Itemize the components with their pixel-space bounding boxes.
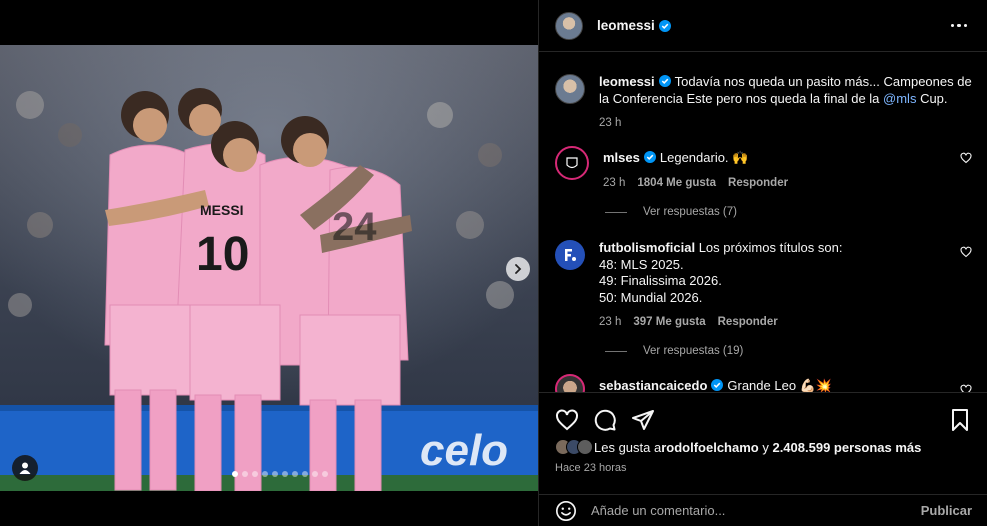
post-photo: celo 10 MESSI 24 [0,45,538,491]
likes-count-link[interactable]: 2.408.599 personas más [772,440,921,455]
bookmark-icon[interactable] [948,408,972,432]
caption-text-end: Cup. [916,90,948,106]
comment-icon[interactable] [593,408,617,432]
post-sidebar: leomessi leomessi Todavía nos queda un pa… [538,0,987,526]
avatar[interactable] [555,240,585,270]
carousel-next-button[interactable] [506,257,530,281]
comment-text-line: 48: MLS 2025. [599,256,684,272]
heart-icon[interactable] [555,408,579,432]
carousel-dot [262,471,268,477]
carousel-dot [242,471,248,477]
comment-item: sebastiancaicedo Grande Leo 💪🏻💥 [555,374,972,392]
carousel-dot [302,471,308,477]
carousel-dot [252,471,258,477]
post-time: Hace 23 horas [555,462,627,474]
caption-time: 23 h [599,117,622,129]
post-media[interactable]: celo 10 MESSI 24 [0,45,538,491]
verified-icon [643,151,656,163]
publish-button[interactable]: Publicar [921,503,972,518]
comment-form: Publicar [539,494,987,526]
post-caption: leomessi Todavía nos queda un pasito más.… [555,74,972,132]
svg-text:10: 10 [196,228,249,281]
share-icon[interactable] [631,408,655,432]
likes-prefix: Les gusta a [594,439,662,455]
svg-text:celo: celo [420,426,508,475]
caption-mention-link[interactable]: @mls [883,91,916,106]
tagged-users-button[interactable] [12,455,38,481]
view-replies-button[interactable]: Ver respuestas (7) [605,206,737,218]
view-replies-label: Ver respuestas (19) [643,345,744,357]
view-replies-label: Ver respuestas (7) [643,206,737,218]
comment-item: mlses Legendario. 🙌 23 h 1804 Me gusta Re… [555,146,972,191]
likes-middle: y [758,439,773,455]
comment-username[interactable]: mlses [603,150,640,165]
comment-text-line: 50: Mundial 2026. [599,289,703,305]
verified-icon [711,379,724,391]
carousel-dot [312,471,318,477]
emoji-icon[interactable] [555,500,577,522]
comment-time: 23 h [603,176,626,189]
post-author-username[interactable]: leomessi [597,18,655,33]
likes-user-link[interactable]: rodolfoelchamo [661,440,759,455]
comment-text-line: 49: Finalissima 2026. [599,273,722,288]
comment-input[interactable] [591,503,921,518]
avatar[interactable] [555,374,585,392]
heart-icon[interactable] [960,246,972,258]
user-tag-icon [19,462,31,474]
comment-username[interactable]: futbolismoficial [599,240,695,255]
caption-username[interactable]: leomessi [599,74,655,89]
carousel-indicator [232,471,328,477]
likes-summary[interactable]: Les gusta a rodolfoelchamo y 2.408.599 p… [555,439,972,455]
post-header: leomessi [539,0,987,52]
chevron-right-icon [515,264,522,274]
comment-text: Legendario. 🙌 [659,150,749,165]
comment-text: Grande Leo 💪🏻💥 [727,378,833,392]
reply-button[interactable]: Responder [718,314,778,331]
carousel-dot [322,471,328,477]
avatar[interactable] [555,146,589,180]
view-replies-button[interactable]: Ver respuestas (19) [605,345,743,357]
more-options-button[interactable] [947,20,972,32]
comments-list[interactable]: leomessi Todavía nos queda un pasito más.… [539,52,987,392]
more-icon [950,23,967,28]
mls-logo-icon [566,157,578,169]
comment-item: futbolismoficial Los próximos títulos so… [555,240,972,331]
svg-text:MESSI: MESSI [200,202,244,218]
avatar[interactable] [555,11,583,40]
comment-time: 23 h [599,316,622,328]
carousel-dot [282,471,288,477]
heart-icon[interactable] [960,152,972,164]
liker-avatars [555,439,593,455]
comment-text: Los próximos títulos son: [698,240,843,255]
verified-icon [658,75,671,87]
comment-username[interactable]: sebastiancaicedo [599,378,707,392]
carousel-dot [232,471,238,477]
verified-icon [658,19,671,32]
reply-button[interactable]: Responder [728,175,788,192]
post-actions: Les gusta a rodolfoelchamo y 2.408.599 p… [539,392,987,474]
comment-likes[interactable]: 1804 Me gusta [637,175,716,192]
avatar[interactable] [555,74,585,104]
futbolismo-logo-icon [565,249,576,261]
heart-icon[interactable] [960,384,972,392]
carousel-dot [272,471,278,477]
svg-text:24: 24 [332,205,377,249]
carousel-dot [292,471,298,477]
comment-likes[interactable]: 397 Me gusta [633,314,705,331]
